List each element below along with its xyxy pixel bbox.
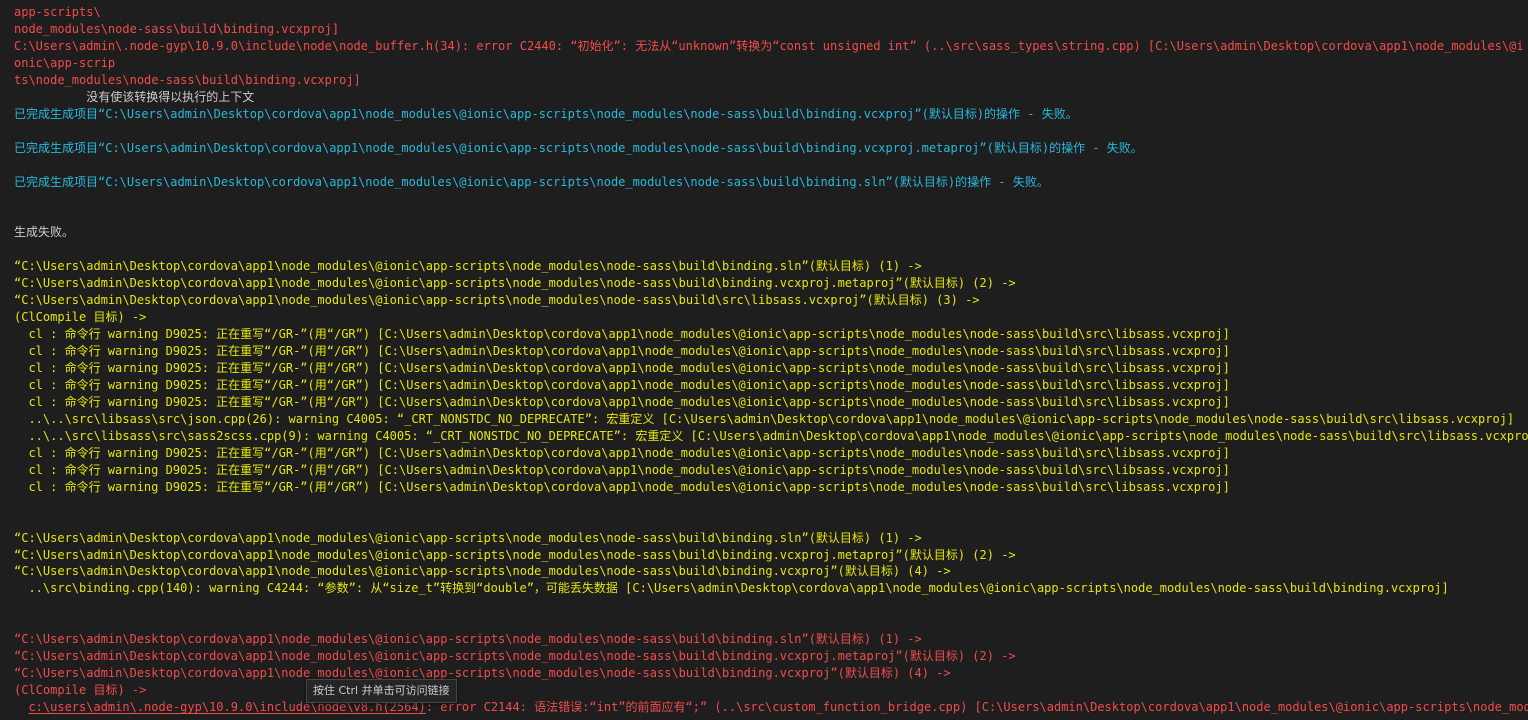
terminal-line: “C:\Users\admin\Desktop\cordova\app1\nod… bbox=[14, 293, 980, 308]
terminal-line: “C:\Users\admin\Desktop\cordova\app1\nod… bbox=[14, 666, 951, 681]
terminal-line: cl : 命令行 warning D9025: 正在重写“/GR-”(用“/GR… bbox=[14, 479, 1230, 494]
terminal-line: cl : 命令行 warning D9025: 正在重写“/GR-”(用“/GR… bbox=[14, 462, 1230, 477]
terminal-line: cl : 命令行 warning D9025: 正在重写“/GR-”(用“/GR… bbox=[14, 344, 1230, 359]
terminal-line: cl : 命令行 warning D9025: 正在重写“/GR-”(用“/GR… bbox=[14, 394, 1230, 409]
terminal-line: “C:\Users\admin\Desktop\cordova\app1\nod… bbox=[14, 632, 922, 647]
link-tooltip: 按住 Ctrl 并单击可访问链接 bbox=[306, 679, 457, 703]
terminal-line: (ClCompile 目标) -> bbox=[14, 310, 147, 325]
error-message: : error C2144: 语法错误:“int”的前面应有“;” (..\sr… bbox=[425, 700, 1528, 715]
terminal-line: cl : 命令行 warning D9025: 正在重写“/GR-”(用“/GR… bbox=[14, 377, 1230, 392]
terminal-output[interactable]: app-scripts\ node_modules\node-sass\build… bbox=[14, 4, 1528, 720]
error-line: c:\users\admin\.node-gyp\10.9.0\include\… bbox=[14, 699, 1528, 716]
terminal-line: ..\src\binding.cpp(140): warning C4244: … bbox=[14, 581, 1449, 596]
terminal-line: C:\Users\admin\.node-gyp\10.9.0\include\… bbox=[14, 38, 1524, 53]
terminal-line: node_modules\node-sass\build\binding.vcx… bbox=[14, 21, 340, 36]
terminal-line: “C:\Users\admin\Desktop\cordova\app1\nod… bbox=[14, 564, 951, 579]
terminal-line: cl : 命令行 warning D9025: 正在重写“/GR-”(用“/GR… bbox=[14, 327, 1230, 342]
terminal-line: “C:\Users\admin\Desktop\cordova\app1\nod… bbox=[14, 547, 1016, 562]
terminal-line: “C:\Users\admin\Desktop\cordova\app1\nod… bbox=[14, 276, 1016, 291]
terminal-line: 没有使该转换得以执行的上下文 bbox=[14, 89, 255, 104]
terminal-line: 已完成生成项目“C:\Users\admin\Desktop\cordova\a… bbox=[14, 106, 1078, 121]
terminal-line: cl : 命令行 warning D9025: 正在重写“/GR-”(用“/GR… bbox=[14, 445, 1230, 460]
tooltip-text: 按住 Ctrl 并单击可访问链接 bbox=[313, 684, 450, 697]
terminal-line: “C:\Users\admin\Desktop\cordova\app1\nod… bbox=[14, 259, 922, 274]
terminal-line: ..\..\src\libsass\src\json.cpp(26): warn… bbox=[14, 411, 1515, 426]
terminal-line: 已完成生成项目“C:\Users\admin\Desktop\cordova\a… bbox=[14, 140, 1143, 155]
terminal-lines: app-scripts\ node_modules\node-sass\build… bbox=[14, 4, 1528, 699]
terminal-line: “C:\Users\admin\Desktop\cordova\app1\nod… bbox=[14, 649, 1016, 664]
terminal-line: app-scripts\ bbox=[14, 5, 101, 19]
terminal-line: ..\..\src\libsass\src\sass2scss.cpp(9): … bbox=[14, 428, 1528, 443]
terminal-line: (ClCompile 目标) -> bbox=[14, 683, 147, 698]
terminal-line: ts\node_modules\node-sass\build\binding.… bbox=[14, 72, 361, 87]
terminal-line: cl : 命令行 warning D9025: 正在重写“/GR-”(用“/GR… bbox=[14, 361, 1230, 376]
terminal-line: “C:\Users\admin\Desktop\cordova\app1\nod… bbox=[14, 530, 922, 545]
terminal-line: 已完成生成项目“C:\Users\admin\Desktop\cordova\a… bbox=[14, 174, 1049, 189]
terminal-line: 生成失败。 bbox=[14, 225, 75, 240]
terminal-line: onic\app-scrip bbox=[14, 55, 116, 70]
